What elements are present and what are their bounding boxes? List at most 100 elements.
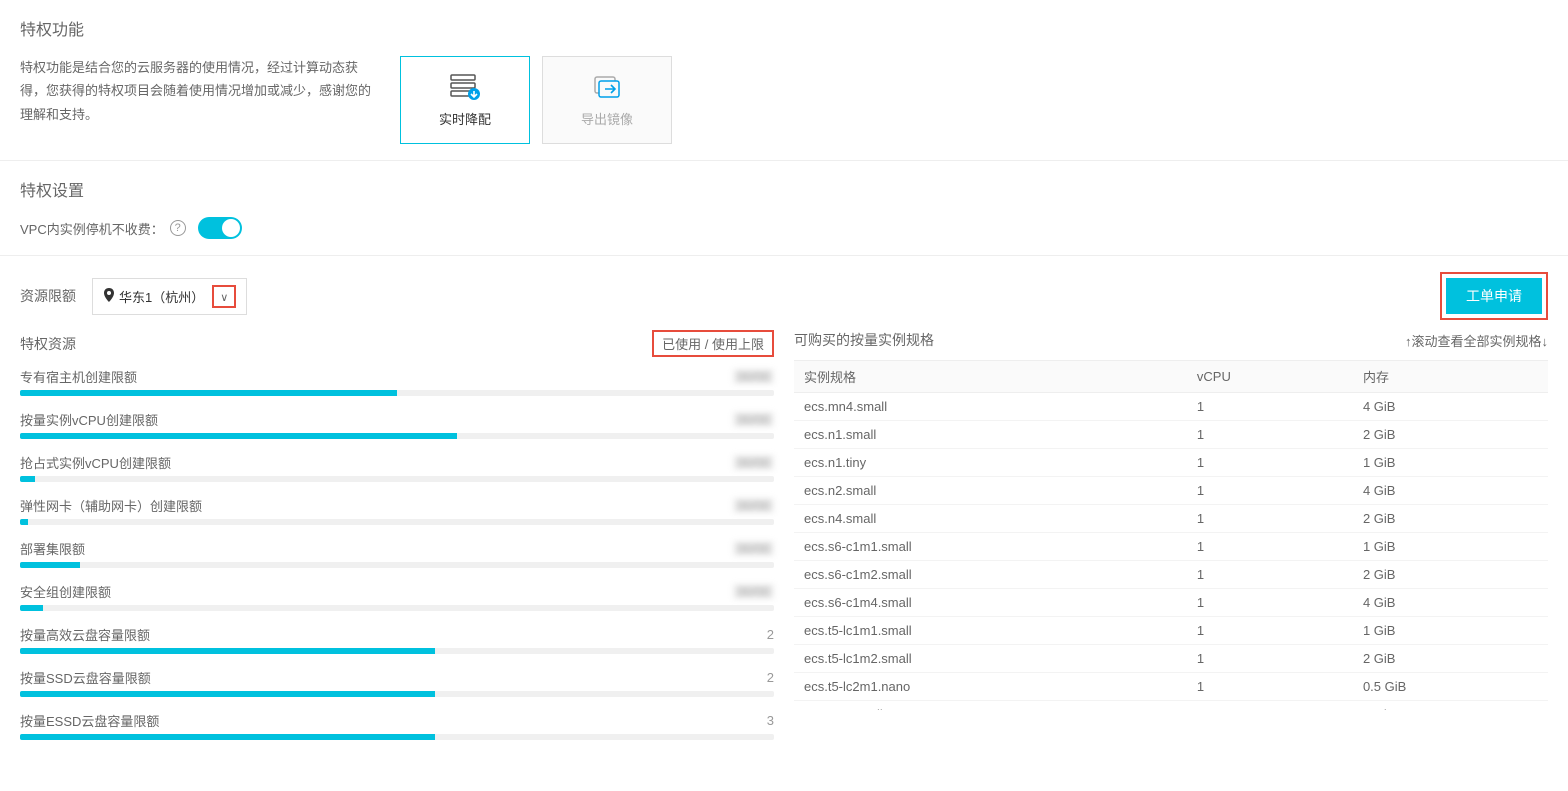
right-col-title: 可购买的按量实例规格	[794, 330, 934, 350]
left-col-title: 特权资源	[20, 334, 76, 354]
quota-name: 按量ESSD云盘容量限额	[20, 711, 159, 730]
table-row: ecs.n4.small12 GiB	[794, 505, 1548, 533]
cell-mem: 2 GiB	[1353, 645, 1548, 673]
chevron-down-icon: ∨	[220, 292, 228, 304]
table-row: ecs.t5-lc1m2.small12 GiB	[794, 645, 1548, 673]
scroll-hint: ↑滚动查看全部实例规格↓	[1405, 331, 1548, 350]
cell-vcpu: 1	[1187, 701, 1353, 711]
quota-item: 按量SSD云盘容量限额 2	[20, 668, 774, 697]
table-row: ecs.n2.small14 GiB	[794, 477, 1548, 505]
cell-vcpu: 1	[1187, 477, 1353, 505]
card-realtime-downgrade[interactable]: 实时降配	[400, 56, 530, 144]
cell-vcpu: 1	[1187, 421, 1353, 449]
vpc-toggle[interactable]	[198, 217, 242, 239]
quota-value: 00/00	[733, 369, 774, 384]
quota-bar	[20, 519, 774, 525]
spec-table: 实例规格 vCPU 内存 ecs.mn4.small14 GiBecs.n1.s…	[794, 361, 1548, 710]
cell-spec: ecs.t5-lc1m1.small	[794, 617, 1187, 645]
settings-section: 特权设置 VPC内实例停机不收费： ?	[0, 161, 1568, 256]
cell-spec: ecs.n1.tiny	[794, 449, 1187, 477]
table-row: ecs.s6-c1m2.small12 GiB	[794, 561, 1548, 589]
quota-item: 按量ESSD云盘容量限额 3	[20, 711, 774, 740]
region-select[interactable]: 华东1（杭州） ∨	[92, 278, 247, 315]
table-row: ecs.s6-c1m1.small11 GiB	[794, 533, 1548, 561]
privileges-desc: 特权功能是结合您的云服务器的使用情况，经过计算动态获得，您获得的特权项目会随着使…	[20, 56, 380, 126]
ticket-apply-button[interactable]: 工单申请	[1446, 278, 1542, 314]
settings-title: 特权设置	[20, 177, 1548, 201]
quota-bar	[20, 390, 774, 396]
card-label: 导出镜像	[581, 109, 633, 128]
quota-value: 00/00	[733, 541, 774, 556]
quota-value: 00/00	[733, 584, 774, 599]
cell-mem: 2 GiB	[1353, 561, 1548, 589]
cell-vcpu: 1	[1187, 645, 1353, 673]
help-icon[interactable]: ?	[170, 220, 186, 236]
quota-bar	[20, 562, 774, 568]
privileges-section: 特权功能 特权功能是结合您的云服务器的使用情况，经过计算动态获得，您获得的特权项…	[0, 0, 1568, 161]
cell-spec: ecs.s6-c1m1.small	[794, 533, 1187, 561]
region-dropdown-highlight: ∨	[212, 285, 236, 308]
quota-item: 专有宿主机创建限额 00/00	[20, 367, 774, 396]
quota-bar	[20, 476, 774, 482]
th-spec: 实例规格	[794, 361, 1187, 393]
table-row: ecs.n1.tiny11 GiB	[794, 449, 1548, 477]
quota-name: 弹性网卡（辅助网卡）创建限额	[20, 496, 202, 515]
cell-vcpu: 1	[1187, 393, 1353, 421]
location-pin-icon	[103, 288, 115, 305]
quota-name: 按量SSD云盘容量限额	[20, 668, 151, 687]
instance-specs-col: 可购买的按量实例规格 ↑滚动查看全部实例规格↓ 实例规格 vCPU 内存 ecs…	[794, 330, 1548, 754]
vpc-label: VPC内实例停机不收费：	[20, 219, 164, 238]
cell-vcpu: 1	[1187, 505, 1353, 533]
cell-vcpu: 1	[1187, 617, 1353, 645]
region-name: 华东1（杭州）	[119, 287, 204, 306]
cell-mem: 2 GiB	[1353, 505, 1548, 533]
quota-value: 00/00	[733, 498, 774, 513]
privileges-title: 特权功能	[20, 16, 1548, 40]
cell-spec: ecs.n4.small	[794, 505, 1187, 533]
cell-spec: ecs.xn4.small	[794, 701, 1187, 711]
cell-vcpu: 1	[1187, 449, 1353, 477]
quota-label: 资源限额	[20, 286, 76, 306]
server-download-icon	[449, 73, 481, 101]
table-row: ecs.n1.small12 GiB	[794, 421, 1548, 449]
cell-mem: 4 GiB	[1353, 477, 1548, 505]
quota-item: 按量高效云盘容量限额 2	[20, 625, 774, 654]
ticket-btn-highlight: 工单申请	[1440, 272, 1548, 320]
cell-vcpu: 1	[1187, 561, 1353, 589]
cell-mem: 4 GiB	[1353, 589, 1548, 617]
quota-item: 部署集限额 00/00	[20, 539, 774, 568]
cell-mem: 1 GiB	[1353, 701, 1548, 711]
quota-value: 3	[767, 713, 774, 728]
quota-bar	[20, 734, 774, 740]
quota-item: 按量实例vCPU创建限额00/00	[20, 410, 774, 439]
quota-section: 资源限额 华东1（杭州） ∨ 工单申请	[0, 256, 1568, 320]
quota-item: 弹性网卡（辅助网卡）创建限额 00/00	[20, 496, 774, 525]
quota-value: 2	[767, 670, 774, 685]
quota-bar	[20, 605, 774, 611]
quota-name: 抢占式实例vCPU创建限额	[20, 453, 171, 472]
cell-spec: ecs.mn4.small	[794, 393, 1187, 421]
quota-value: 2	[767, 627, 774, 642]
quota-name: 部署集限额	[20, 539, 85, 558]
cell-mem: 4 GiB	[1353, 393, 1548, 421]
export-image-icon	[591, 73, 623, 101]
cell-mem: 2 GiB	[1353, 421, 1548, 449]
quota-bar	[20, 691, 774, 697]
th-mem: 内存	[1353, 361, 1548, 393]
quota-name: 按量高效云盘容量限额	[20, 625, 150, 644]
quota-bar	[20, 433, 774, 439]
table-row: ecs.xn4.small11 GiB	[794, 701, 1548, 711]
cell-spec: ecs.s6-c1m2.small	[794, 561, 1187, 589]
table-row: ecs.t5-lc2m1.nano10.5 GiB	[794, 673, 1548, 701]
card-label: 实时降配	[439, 109, 491, 128]
quota-name: 专有宿主机创建限额	[20, 367, 137, 386]
card-export-image[interactable]: 导出镜像	[542, 56, 672, 144]
quota-list: 专有宿主机创建限额 00/00 按量实例vCPU创建限额00/00 抢占式实例vCPU…	[20, 367, 774, 740]
cell-spec: ecs.t5-lc2m1.nano	[794, 673, 1187, 701]
spec-table-scroll[interactable]: 实例规格 vCPU 内存 ecs.mn4.small14 GiBecs.n1.s…	[794, 360, 1548, 710]
cell-mem: 1 GiB	[1353, 533, 1548, 561]
quota-item: 安全组创建限额 00/00	[20, 582, 774, 611]
quota-name: 安全组创建限额	[20, 582, 111, 601]
cell-spec: ecs.t5-lc1m2.small	[794, 645, 1187, 673]
cell-spec: ecs.n2.small	[794, 477, 1187, 505]
